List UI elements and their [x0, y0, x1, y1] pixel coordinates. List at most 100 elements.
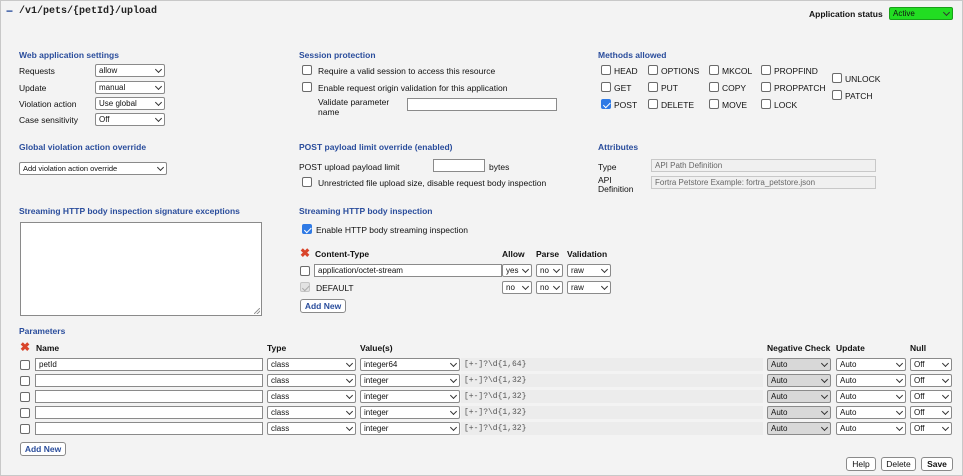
param-negative-check-select[interactable]: Auto: [767, 406, 831, 419]
attributes-title: Attributes: [598, 142, 639, 152]
application-status-select[interactable]: Active: [889, 7, 953, 20]
param-update-select[interactable]: Auto: [836, 390, 906, 403]
method-put-checkbox[interactable]: [648, 82, 658, 92]
param-null-select[interactable]: Off: [910, 374, 952, 387]
param-type-select[interactable]: class: [267, 390, 356, 403]
enable-streaming-checkbox[interactable]: [302, 224, 312, 234]
param-name-input[interactable]: [35, 374, 263, 387]
method-delete-checkbox[interactable]: [648, 99, 658, 109]
method-unlock-label: UNLOCK: [845, 74, 881, 84]
method-unlock-checkbox[interactable]: [832, 73, 842, 83]
global-violation-select[interactable]: Add violation action override: [19, 162, 167, 175]
streaming-add-new-button[interactable]: Add New: [300, 299, 346, 313]
collapse-icon[interactable]: −: [6, 4, 13, 18]
enable-streaming-label: Enable HTTP body streaming inspection: [316, 225, 468, 235]
method-patch-checkbox[interactable]: [832, 90, 842, 100]
method-post-checkbox[interactable]: [601, 99, 611, 109]
post-limit-input[interactable]: [433, 159, 485, 172]
default-parse-select[interactable]: no: [536, 281, 563, 294]
param-negative-check-select[interactable]: Auto: [767, 422, 831, 435]
update-label: Update: [19, 83, 47, 93]
parameters-title: Parameters: [19, 326, 66, 336]
param-null-select[interactable]: Off: [910, 358, 952, 371]
method-proppatch-checkbox[interactable]: [761, 82, 771, 92]
param-negative-check-select[interactable]: Auto: [767, 390, 831, 403]
param-type-header: Type: [267, 343, 287, 353]
method-options-label: OPTIONS: [661, 66, 700, 76]
help-button[interactable]: Help: [846, 457, 876, 471]
method-head-checkbox[interactable]: [601, 65, 611, 75]
param-regex: [+-]?\d{1,32}: [461, 422, 763, 435]
param-update-select[interactable]: Auto: [836, 406, 906, 419]
param-row-checkbox[interactable]: [20, 408, 30, 418]
param-row-checkbox[interactable]: [20, 376, 30, 386]
param-type-select[interactable]: class: [267, 358, 356, 371]
param-value-select[interactable]: integer: [360, 406, 460, 419]
method-copy-checkbox[interactable]: [709, 82, 719, 92]
attribute-api-value: Fortra Petstore Example: fortra_petstore…: [651, 176, 876, 189]
delete-button[interactable]: Delete: [881, 457, 916, 471]
param-name-input[interactable]: [35, 390, 263, 403]
param-name-header: Name: [36, 343, 60, 353]
param-update-select[interactable]: Auto: [836, 374, 906, 387]
validation-header: Validation: [567, 249, 608, 259]
param-name-input[interactable]: petId: [35, 358, 263, 371]
param-row-checkbox[interactable]: [20, 424, 30, 434]
unrestricted-upload-checkbox[interactable]: [302, 177, 312, 187]
validate-parameter-label: Validate parameter: [318, 97, 390, 107]
param-name-input[interactable]: [35, 406, 263, 419]
case-sensitivity-label: Case sensitivity: [19, 115, 79, 125]
content-type-input[interactable]: application/octet-stream: [314, 264, 502, 277]
method-lock-checkbox[interactable]: [761, 99, 771, 109]
param-value-select[interactable]: integer64: [360, 358, 460, 371]
update-select[interactable]: manual: [95, 81, 165, 94]
methods-allowed-title: Methods allowed: [598, 50, 667, 60]
method-put-label: PUT: [661, 83, 678, 93]
param-type-select[interactable]: class: [267, 406, 356, 419]
streaming-exceptions-textarea[interactable]: [20, 222, 262, 316]
streaming-inspection-title: Streaming HTTP body inspection: [299, 206, 433, 216]
param-name-input[interactable]: [35, 422, 263, 435]
param-negative-check-select[interactable]: Auto: [767, 374, 831, 387]
default-validation-select[interactable]: raw: [567, 281, 611, 294]
validate-parameter-input[interactable]: [407, 98, 557, 111]
validate-parameter-label-2: name: [318, 107, 340, 117]
method-options-checkbox[interactable]: [648, 65, 658, 75]
resize-grip-icon[interactable]: [254, 308, 260, 314]
parameters-add-new-button[interactable]: Add New: [20, 442, 66, 456]
require-session-checkbox[interactable]: [302, 65, 312, 75]
param-value-select[interactable]: integer: [360, 422, 460, 435]
param-regex: [+-]?\d{1,64}: [461, 358, 763, 371]
requests-select[interactable]: allow: [95, 64, 165, 77]
content-type-validation-select[interactable]: raw: [567, 264, 611, 277]
content-type-allow-select[interactable]: yes: [502, 264, 532, 277]
method-move-checkbox[interactable]: [709, 99, 719, 109]
post-limit-title: POST payload limit override (enabled): [299, 142, 453, 152]
param-negative-check-select[interactable]: Auto: [767, 358, 831, 371]
param-update-select[interactable]: Auto: [836, 358, 906, 371]
content-type-row-checkbox[interactable]: [300, 266, 310, 276]
content-type-parse-select[interactable]: no: [536, 264, 563, 277]
param-type-select[interactable]: class: [267, 374, 356, 387]
delete-parameters-icon[interactable]: ✖: [20, 341, 30, 353]
param-update-header: Update: [836, 343, 865, 353]
streaming-exceptions-title: Streaming HTTP body inspection signature…: [19, 206, 240, 216]
save-button[interactable]: Save: [921, 457, 953, 471]
default-allow-select[interactable]: no: [502, 281, 532, 294]
param-type-select[interactable]: class: [267, 422, 356, 435]
param-null-select[interactable]: Off: [910, 422, 952, 435]
case-sensitivity-select[interactable]: Off: [95, 113, 165, 126]
violation-action-select[interactable]: Use global: [95, 97, 165, 110]
param-update-select[interactable]: Auto: [836, 422, 906, 435]
param-row-checkbox[interactable]: [20, 360, 30, 370]
method-get-checkbox[interactable]: [601, 82, 611, 92]
method-propfind-checkbox[interactable]: [761, 65, 771, 75]
param-null-select[interactable]: Off: [910, 406, 952, 419]
param-null-select[interactable]: Off: [910, 390, 952, 403]
delete-rows-icon[interactable]: ✖: [300, 247, 310, 259]
method-mkcol-checkbox[interactable]: [709, 65, 719, 75]
param-row-checkbox[interactable]: [20, 392, 30, 402]
param-value-select[interactable]: integer: [360, 374, 460, 387]
param-value-select[interactable]: integer: [360, 390, 460, 403]
origin-validation-checkbox[interactable]: [302, 82, 312, 92]
